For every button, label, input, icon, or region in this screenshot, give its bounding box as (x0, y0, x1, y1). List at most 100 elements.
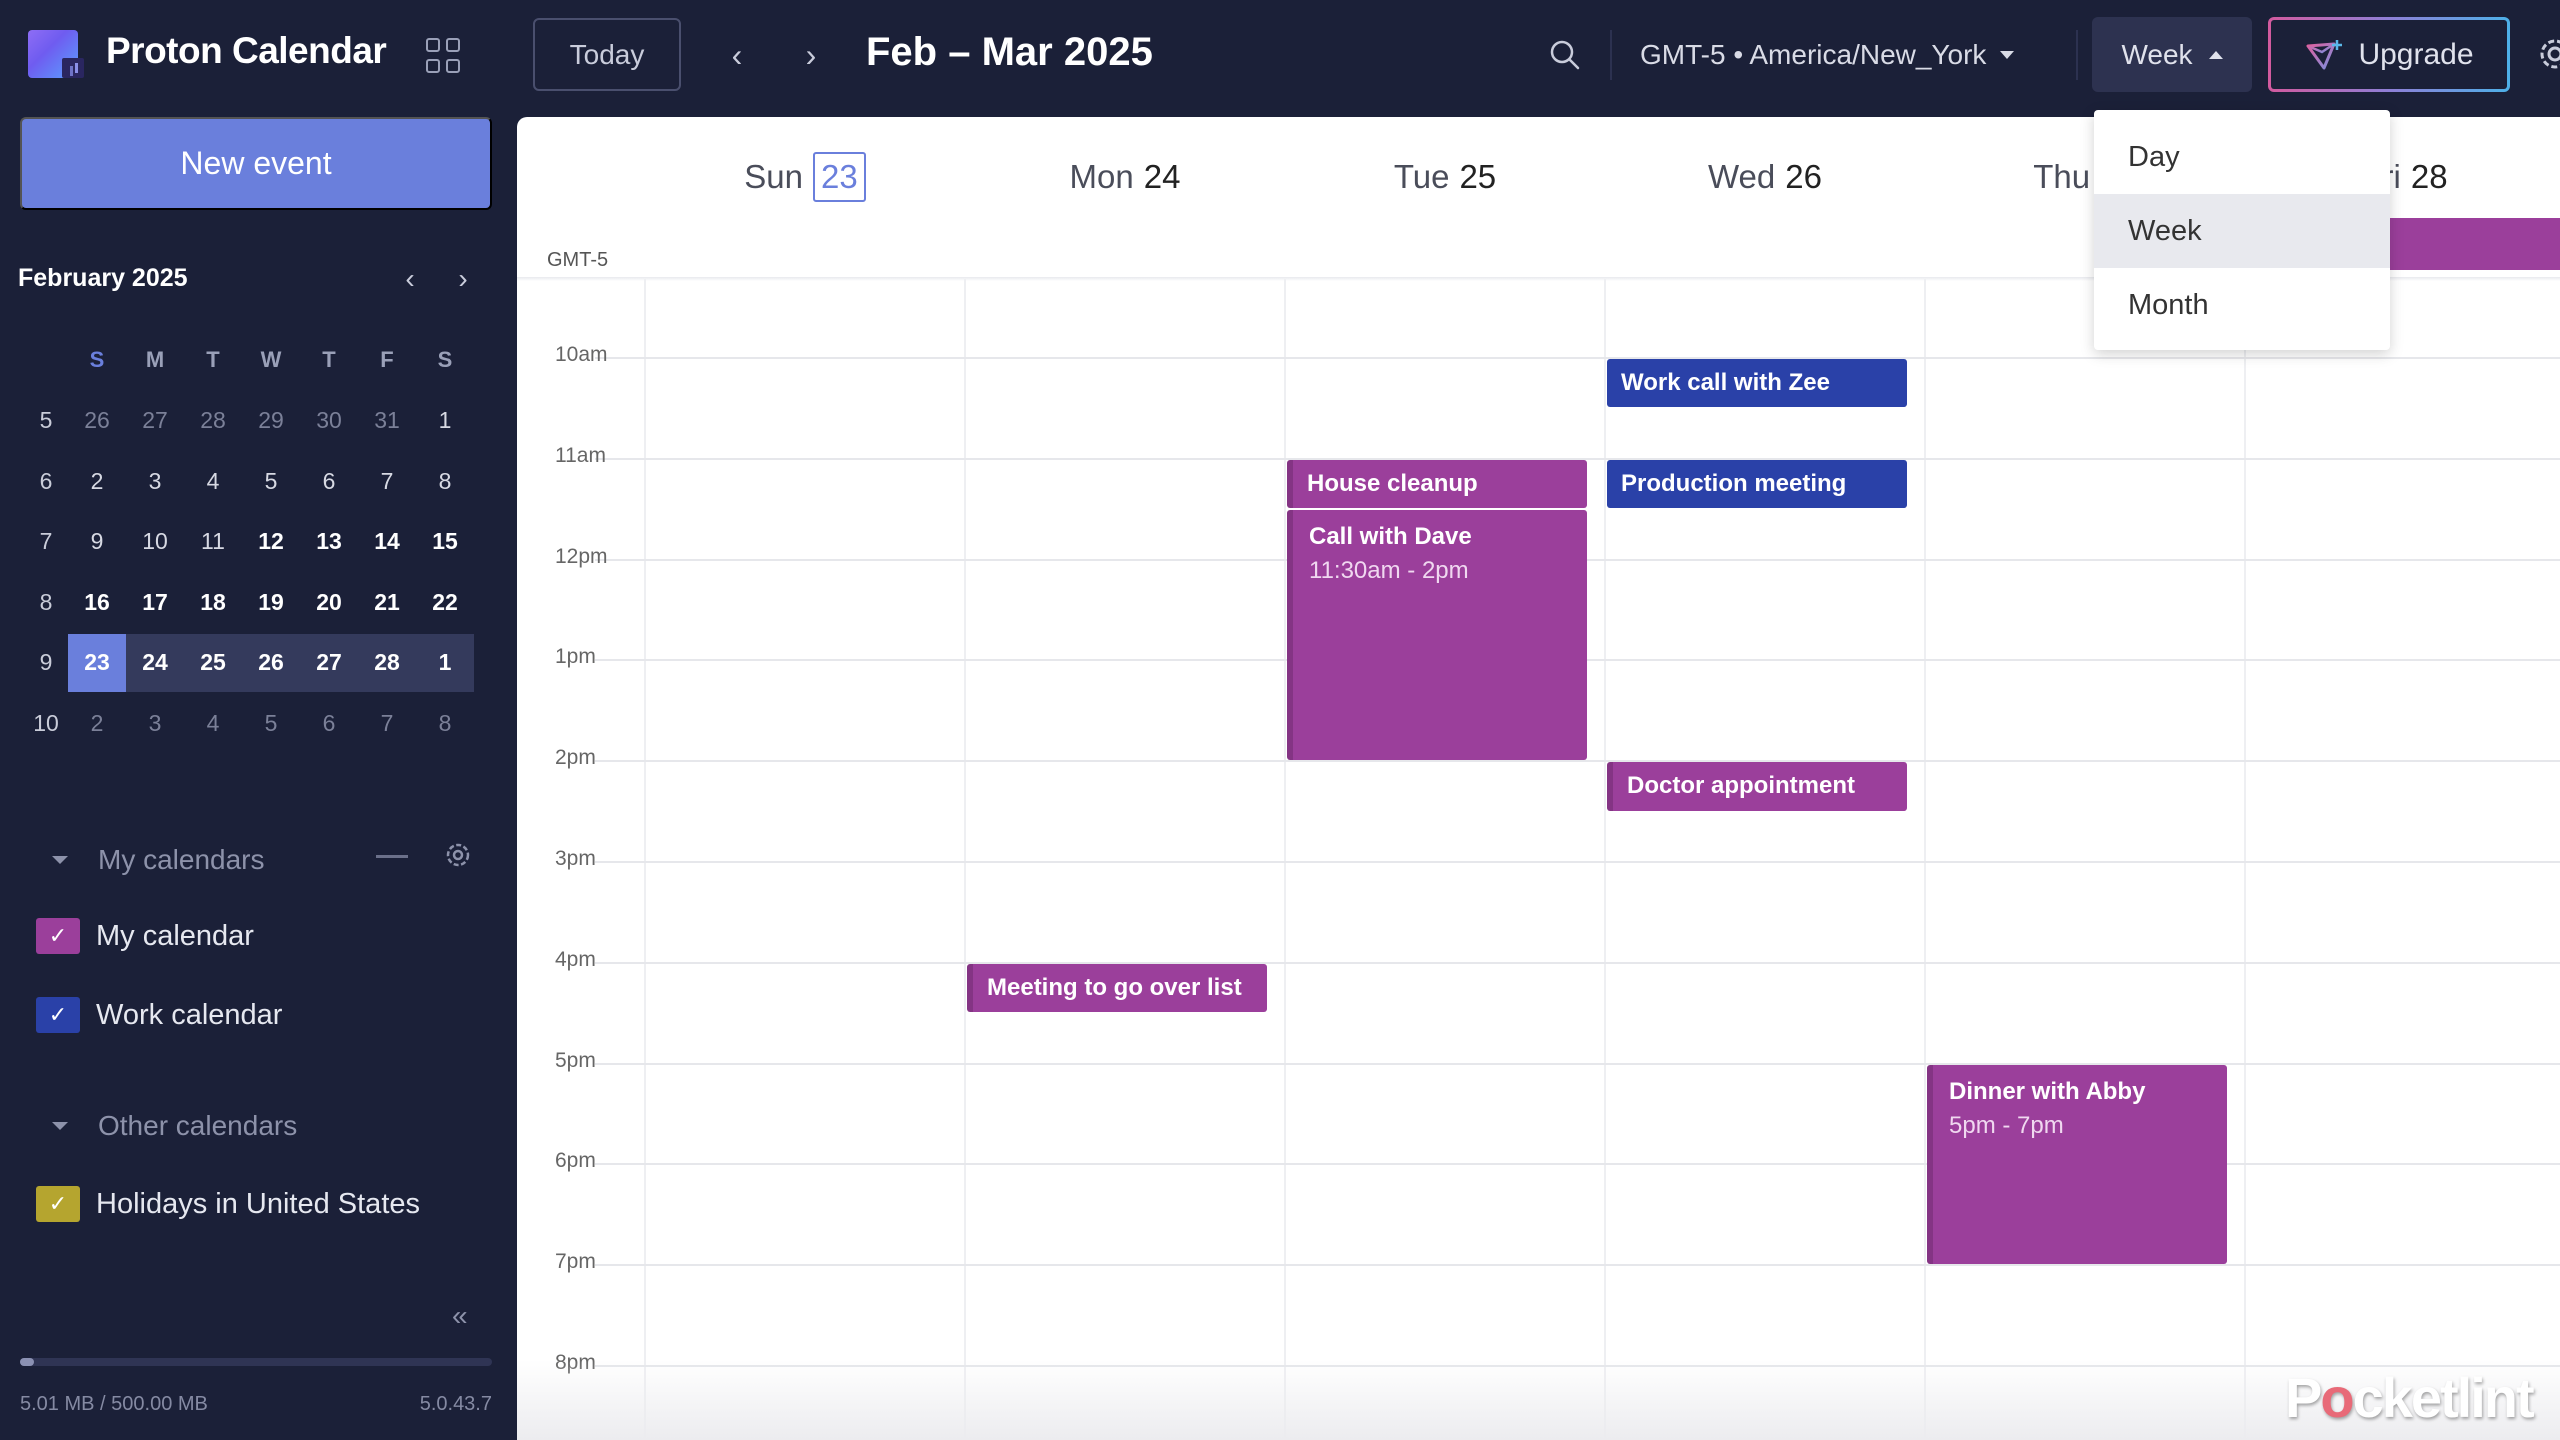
toolbar-divider (1610, 30, 1612, 80)
mini-calendar-day[interactable]: 2 (68, 452, 126, 510)
day-header-tue[interactable]: Tue 25 (1285, 147, 1605, 207)
mini-calendar-day[interactable]: 1 (416, 392, 474, 450)
previous-week-chevron-icon[interactable]: ‹ (717, 30, 757, 80)
other-calendars-toggle[interactable]: Other calendars (52, 1106, 297, 1146)
mini-calendar-day[interactable]: 10 (126, 513, 184, 571)
week-number: 9 (39, 649, 53, 676)
calendar-item-my-calendar[interactable]: ✓ My calendar (36, 916, 254, 956)
hour-label: 7pm (555, 1250, 596, 1274)
collapse-sidebar-icon[interactable]: « (452, 1300, 468, 1332)
calendar-event[interactable]: Production meeting (1607, 459, 1907, 509)
checkbox-checked-icon[interactable]: ✓ (36, 918, 80, 954)
calendar-item-label: Work calendar (96, 998, 283, 1031)
calendar-item-holidays[interactable]: ✓ Holidays in United States (36, 1184, 420, 1224)
mini-calendar-day[interactable]: 25 (184, 633, 242, 692)
mini-calendar-prev-chevron-icon[interactable]: ‹ (395, 262, 425, 296)
mini-calendar-day[interactable]: 27 (300, 633, 358, 692)
my-calendars-toggle[interactable]: My calendars (52, 840, 265, 880)
mini-calendar-day[interactable]: 5 (242, 452, 300, 510)
mini-calendar-day[interactable]: 2 (68, 694, 126, 752)
timezone-select[interactable]: GMT-5 • America/New_York (1640, 30, 2015, 80)
mini-calendar-day[interactable]: 27 (126, 392, 184, 450)
apps-grid-icon[interactable] (426, 38, 462, 74)
mini-calendar-week-row: 9 23 24 25 26 27 28 1 (24, 633, 494, 694)
mini-calendar-day[interactable]: 5 (242, 694, 300, 752)
upgrade-button[interactable]: Upgrade (2268, 17, 2510, 92)
calendar-event[interactable]: Work call with Zee (1607, 359, 1907, 408)
mini-calendar-next-chevron-icon[interactable]: › (448, 262, 478, 296)
mini-calendar-day[interactable]: 20 (300, 573, 358, 631)
mini-calendar-day[interactable]: 14 (358, 513, 416, 571)
mini-calendar-day[interactable]: 19 (242, 573, 300, 631)
checkbox-checked-icon[interactable]: ✓ (36, 997, 80, 1033)
mini-calendar-day[interactable]: 1 (416, 633, 474, 692)
mini-calendar-day[interactable]: 3 (126, 452, 184, 510)
mini-calendar-day[interactable]: 6 (300, 694, 358, 752)
mini-calendar-day[interactable]: 28 (358, 633, 416, 692)
mini-calendar-day[interactable]: 8 (416, 694, 474, 752)
mini-calendar-day[interactable]: 4 (184, 452, 242, 510)
mini-calendar-day[interactable]: 18 (184, 573, 242, 631)
view-select[interactable]: Week (2092, 17, 2252, 92)
pocketlint-watermark: Pocketlint (2285, 1365, 2535, 1430)
mini-calendar-day[interactable]: 17 (126, 573, 184, 631)
view-option-week[interactable]: Week (2094, 194, 2390, 268)
mini-calendar-day[interactable]: 21 (358, 573, 416, 631)
mini-calendar-weekday-row: S M T W T F S (24, 330, 494, 391)
mini-calendar-day[interactable]: 15 (416, 513, 474, 571)
collapse-minus-icon[interactable] (376, 855, 408, 858)
calendar-item-work-calendar[interactable]: ✓ Work calendar (36, 995, 282, 1035)
today-button[interactable]: Today (533, 18, 681, 91)
day-header-mon[interactable]: Mon 24 (965, 147, 1285, 207)
mini-calendar-day[interactable]: 7 (358, 452, 416, 510)
all-day-event[interactable] (2387, 218, 2560, 270)
mini-calendar-day[interactable]: 22 (416, 573, 474, 631)
mini-calendar-day[interactable]: 23 (68, 633, 126, 692)
time-grid[interactable]: 10am11am12pm1pm2pm3pm4pm5pm6pm7pm8pmWork… (517, 279, 2560, 1440)
mini-calendar-day[interactable]: 11 (184, 513, 242, 571)
new-event-button[interactable]: New event (20, 117, 492, 210)
next-week-chevron-icon[interactable]: › (791, 30, 831, 80)
calendar-event[interactable]: Doctor appointment (1607, 762, 1907, 811)
mini-calendar-day[interactable]: 29 (242, 392, 300, 450)
mini-calendar-grid: S M T W T F S 5 26 27 28 29 30 31 1 6 2 3 4 5 6 7 8 7 9 10… (24, 330, 494, 754)
mini-calendar-week-row: 7 9 10 11 12 13 14 15 (24, 512, 494, 573)
calendar-event[interactable]: Meeting to go over list (967, 963, 1267, 1013)
search-icon[interactable] (1548, 38, 1582, 72)
timezone-gutter-label: GMT-5 (547, 249, 609, 271)
mini-calendar-day[interactable]: 28 (184, 392, 242, 450)
view-option-day[interactable]: Day (2094, 120, 2390, 194)
apps-grid-cell (446, 38, 460, 52)
settings-gear-icon[interactable] (2535, 34, 2560, 74)
mini-calendar-day[interactable]: 30 (300, 392, 358, 450)
day-header-sun[interactable]: Sun 23 (645, 147, 965, 207)
mini-calendar-day[interactable]: 9 (68, 513, 126, 571)
mini-calendar-day[interactable]: 4 (184, 694, 242, 752)
watermark-power-o: o (2320, 1366, 2354, 1429)
mini-calendar-day[interactable]: 26 (68, 392, 126, 450)
proton-calendar-logo-icon[interactable] (28, 30, 84, 78)
mini-calendar-day[interactable]: 13 (300, 513, 358, 571)
weekday-header: T (322, 347, 336, 373)
mini-calendar-day[interactable]: 24 (126, 633, 184, 692)
mini-calendar-day[interactable]: 12 (242, 513, 300, 571)
view-option-month[interactable]: Month (2094, 268, 2390, 342)
mini-calendar-day[interactable]: 31 (358, 392, 416, 450)
storage-progress-bar (20, 1358, 492, 1366)
mini-calendar-day[interactable]: 16 (68, 573, 126, 631)
mini-calendar-day[interactable]: 8 (416, 452, 474, 510)
day-header-wed[interactable]: Wed 26 (1605, 147, 1925, 207)
top-bar: Proton Calendar Today ‹ › Feb – Mar 2025… (0, 0, 2560, 116)
mini-calendar-day[interactable]: 7 (358, 694, 416, 752)
mini-calendar-day[interactable]: 3 (126, 694, 184, 752)
checkbox-checked-icon[interactable]: ✓ (36, 1186, 80, 1222)
mini-calendar-day[interactable]: 26 (242, 633, 300, 692)
caret-down-icon (2000, 51, 2015, 59)
calendar-event[interactable]: House cleanup (1287, 459, 1587, 509)
calendar-settings-gear-icon[interactable] (443, 840, 473, 870)
hour-label: 1pm (555, 645, 596, 669)
calendar-event[interactable]: Dinner with Abby 5pm - 7pm (1927, 1064, 2227, 1265)
mini-calendar-day[interactable]: 6 (300, 452, 358, 510)
calendar-event[interactable]: Call with Dave 11:30am - 2pm (1287, 510, 1587, 761)
view-select-label: Week (2121, 38, 2193, 70)
